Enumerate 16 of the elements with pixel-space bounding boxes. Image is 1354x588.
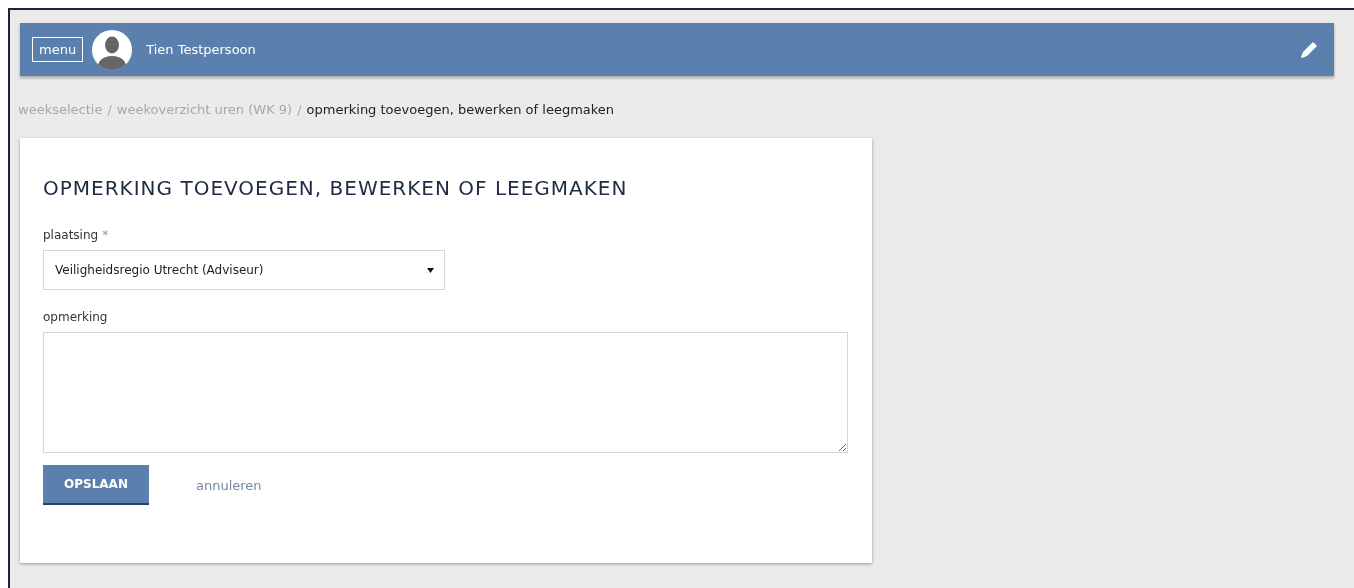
form-title: OPMERKING TOEVOEGEN, BEWERKEN OF LEEGMAKEN: [43, 176, 629, 200]
menu-button[interactable]: menu: [32, 37, 84, 62]
dropdown-field[interactable]: Veiligheidsregio Utrecht (Adviseur): [43, 250, 445, 290]
pencil-icon[interactable]: [1300, 40, 1318, 59]
user-name: Tien Testpersoon: [146, 42, 256, 57]
cancel-link[interactable]: annuleren: [196, 477, 262, 493]
comment-field[interactable]: [43, 332, 848, 453]
field-label: plaatsing: [43, 228, 99, 242]
current-page-text: opmerking toevoegen, bewerken of leegmaken: [306, 102, 615, 119]
field-label: opmerking: [43, 310, 108, 324]
breadcrumb-separator: /: [107, 102, 112, 119]
caret-icon: [427, 267, 434, 273]
save-button[interactable]: OPSLAAN: [43, 465, 149, 505]
breadcrumb-separator: /: [297, 102, 302, 119]
avatar-icon: [92, 29, 133, 70]
required-mark: *: [102, 228, 109, 242]
